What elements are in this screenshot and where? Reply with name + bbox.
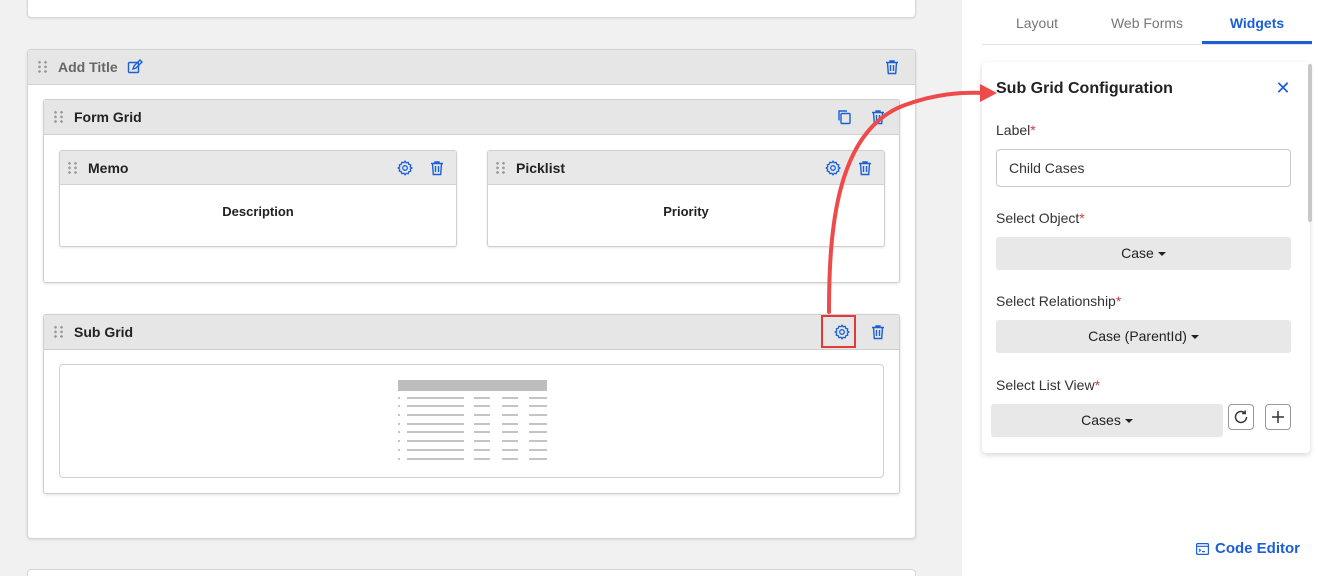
trash-icon	[431, 160, 443, 175]
required-marker: *	[1115, 293, 1122, 309]
delete-section-button[interactable]	[881, 56, 903, 78]
picklist-delete-button[interactable]	[854, 157, 876, 179]
next-section	[27, 569, 916, 576]
sub-grid-preview	[59, 364, 884, 478]
copy-widget-button[interactable]	[833, 106, 855, 128]
picklist-field-title: Picklist	[516, 159, 566, 176]
section-title: Add Title	[58, 59, 118, 75]
memo-delete-button[interactable]	[426, 157, 448, 179]
gear-icon	[397, 159, 413, 176]
tab-web-forms[interactable]: Web Forms	[1092, 0, 1202, 44]
list-view-field-label: Select List View*	[996, 377, 1101, 393]
form-grid-title: Form Grid	[74, 109, 142, 125]
drag-handle-icon[interactable]	[38, 60, 48, 74]
copy-icon	[838, 110, 851, 125]
section-add-title: Add Title Form Grid Memo Description Pic…	[27, 49, 916, 539]
drag-handle-icon[interactable]	[496, 160, 506, 175]
trash-icon	[872, 110, 884, 125]
memo-field-title: Memo	[88, 159, 129, 176]
picklist-field-value: Priority	[663, 204, 709, 219]
code-editor-icon	[1196, 542, 1209, 555]
edit-icon	[127, 59, 143, 74]
drag-handle-icon[interactable]	[54, 325, 64, 339]
tab-layout[interactable]: Layout	[982, 0, 1092, 44]
gear-icon	[825, 159, 841, 176]
code-editor-button[interactable]: Code Editor	[1196, 540, 1300, 557]
edit-title-button[interactable]	[124, 56, 146, 78]
memo-field-header[interactable]: Memo	[60, 151, 456, 185]
config-scrollbar[interactable]	[1308, 64, 1312, 222]
config-title: Sub Grid Configuration	[996, 80, 1173, 97]
select-relationship-value: Case (ParentId)	[1088, 328, 1187, 344]
plus-icon	[1272, 411, 1284, 423]
trash-icon	[859, 160, 871, 175]
chevron-down-icon	[1124, 419, 1133, 424]
sub-grid-header[interactable]: Sub Grid	[44, 315, 899, 350]
label-input[interactable]	[996, 149, 1291, 187]
trash-icon	[872, 325, 884, 340]
chevron-down-icon	[1157, 252, 1166, 257]
table-placeholder-icon	[398, 380, 547, 460]
select-object-value: Case	[1121, 245, 1154, 261]
refresh-icon	[1234, 410, 1248, 424]
picklist-field[interactable]: Picklist Priority	[487, 150, 885, 247]
delete-widget-button[interactable]	[867, 106, 889, 128]
form-grid-header[interactable]: Form Grid	[44, 100, 899, 135]
trash-icon	[886, 60, 898, 75]
select-list-view-dropdown[interactable]: Cases	[991, 404, 1223, 437]
chevron-down-icon	[1190, 335, 1199, 340]
code-editor-label: Code Editor	[1215, 540, 1300, 557]
close-icon[interactable]: ✕	[1274, 79, 1292, 97]
memo-field[interactable]: Memo Description	[59, 150, 457, 247]
sub-grid-widget: Sub Grid	[43, 314, 900, 494]
required-marker: *	[1030, 122, 1036, 138]
refresh-list-view-button[interactable]	[1228, 404, 1254, 430]
sub-grid-config-panel: Sub Grid Configuration ✕ Label* Select O…	[982, 62, 1310, 453]
sub-grid-delete-button[interactable]	[867, 321, 889, 343]
memo-settings-button[interactable]	[394, 157, 416, 179]
required-marker: *	[1079, 210, 1085, 226]
sidebar-tabs: Layout Web Forms Widgets	[982, 0, 1312, 45]
form-grid-widget: Form Grid Memo Description Picklist Prio…	[43, 99, 900, 283]
sub-grid-title: Sub Grid	[74, 324, 134, 340]
select-list-view-value: Cases	[1081, 412, 1121, 428]
select-object-dropdown[interactable]: Case	[996, 237, 1291, 270]
required-marker: *	[1094, 377, 1101, 393]
properties-sidebar: Layout Web Forms Widgets Sub Grid Config…	[962, 0, 1328, 576]
drag-handle-icon[interactable]	[68, 160, 78, 175]
previous-section	[27, 0, 916, 18]
section-header[interactable]: Add Title	[28, 50, 915, 85]
memo-field-value: Description	[222, 204, 294, 219]
drag-handle-icon[interactable]	[54, 110, 64, 124]
highlight-box	[821, 315, 856, 348]
relationship-field-label: Select Relationship*	[996, 293, 1122, 309]
object-field-label: Select Object*	[996, 210, 1085, 226]
select-relationship-dropdown[interactable]: Case (ParentId)	[996, 320, 1291, 353]
add-list-view-button[interactable]	[1265, 404, 1291, 430]
picklist-field-header[interactable]: Picklist	[488, 151, 884, 185]
layout-canvas: Add Title Form Grid Memo Description Pic…	[0, 0, 945, 576]
picklist-settings-button[interactable]	[822, 157, 844, 179]
tab-widgets[interactable]: Widgets	[1202, 0, 1312, 44]
label-field-label: Label*	[996, 122, 1036, 138]
